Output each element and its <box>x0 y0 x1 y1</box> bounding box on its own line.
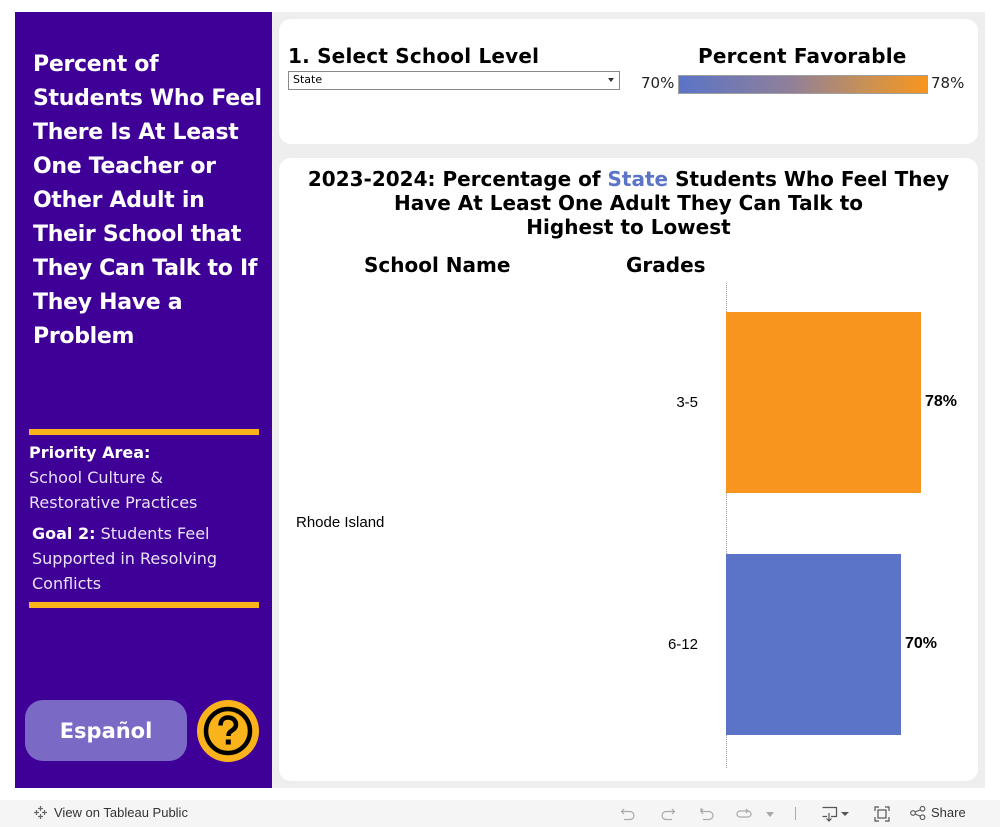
view-on-tableau-label: View on Tableau Public <box>54 805 188 820</box>
chart-subtitle: Highest to Lowest <box>526 215 731 239</box>
priority-label: Priority Area: <box>29 443 151 462</box>
chart-card: 2023-2024: Percentage of State Students … <box>279 158 978 781</box>
chart-title-highlight: State <box>607 167 669 191</box>
priority-area: Priority Area: School Culture & Restorat… <box>29 440 265 515</box>
value-label: 78% <box>925 392 958 410</box>
priority-text-1: School Culture & <box>29 468 164 487</box>
chevron-down-icon <box>608 78 614 82</box>
filter-title: 1. Select School Level <box>288 44 540 68</box>
goal-block: Goal 2: Students Feel Supported in Resol… <box>32 521 268 596</box>
tableau-logo-icon <box>34 806 47 819</box>
grade-label: 3-5 <box>676 393 698 411</box>
sidebar-panel: Percent of Students Who Feel There Is At… <box>15 12 272 788</box>
divider-bottom <box>29 602 259 608</box>
legend-color-ramp <box>678 75 928 94</box>
bar-grades-6-12[interactable] <box>726 554 901 735</box>
refresh-dropdown-icon[interactable] <box>764 804 776 824</box>
help-button[interactable] <box>197 700 259 762</box>
legend-title: Percent Favorable <box>698 44 907 68</box>
divider-top <box>29 429 259 435</box>
column-header-grades: Grades <box>626 253 706 277</box>
school-name-label: Rhode Island <box>296 514 385 531</box>
school-level-select[interactable]: State <box>288 71 620 90</box>
share-icon <box>910 805 926 820</box>
priority-text-2: Restorative Practices <box>29 493 198 512</box>
download-icon[interactable] <box>820 804 852 824</box>
legend-min-label: 70% <box>641 74 675 92</box>
chart-title-part-1: 2023-2024: Percentage of <box>307 167 608 191</box>
bar-grades-3-5[interactable] <box>726 312 921 493</box>
sidebar-title: Percent of Students Who Feel There Is At… <box>33 52 262 349</box>
question-circle-icon <box>203 706 253 756</box>
espanol-button[interactable]: Español <box>25 700 187 761</box>
value-label: 70% <box>905 634 938 652</box>
redo-icon[interactable] <box>658 804 678 824</box>
toolbar-separator <box>795 807 796 820</box>
controls-card: 1. Select School Level State Percent Fav… <box>279 19 978 144</box>
column-header-school-name: School Name <box>364 253 511 277</box>
school-level-value: State <box>293 73 323 86</box>
legend-max-label: 78% <box>931 74 965 92</box>
fullscreen-icon[interactable] <box>872 804 892 824</box>
grade-label: 6-12 <box>667 635 698 653</box>
chart-title: 2023-2024: Percentage of State Students … <box>279 167 978 239</box>
view-on-tableau-link[interactable]: View on Tableau Public <box>33 805 188 820</box>
goal-label: Goal 2: <box>32 524 96 543</box>
share-label: Share <box>931 805 966 820</box>
share-button[interactable]: Share <box>910 805 966 820</box>
revert-icon[interactable] <box>697 804 717 824</box>
refresh-icon[interactable] <box>734 804 754 824</box>
tableau-toolbar: View on Tableau Public Share <box>0 800 1000 827</box>
undo-icon[interactable] <box>618 804 638 824</box>
